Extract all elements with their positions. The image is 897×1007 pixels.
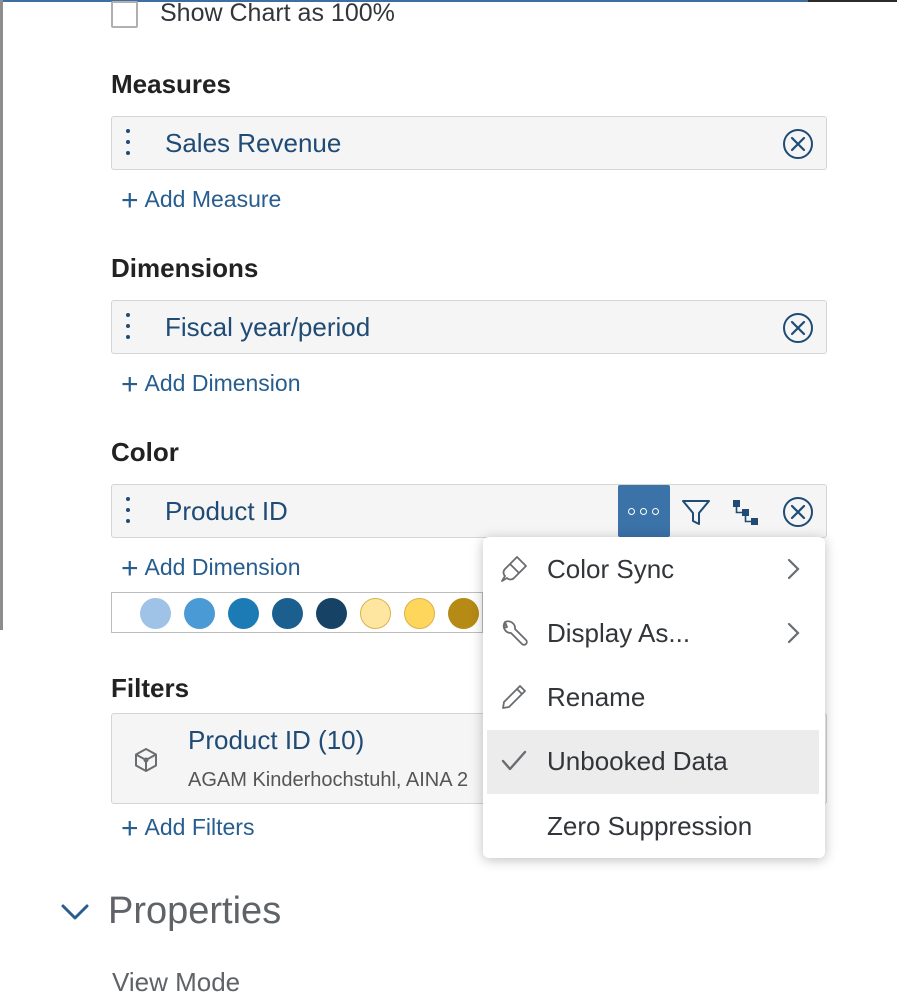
dimension-field-fiscal-year[interactable]: Fiscal year/period <box>111 300 827 354</box>
remove-circle-icon[interactable] <box>782 128 814 160</box>
menu-item-label: Display As... <box>547 618 691 648</box>
remove-circle-icon[interactable] <box>782 312 814 344</box>
drag-handle-icon[interactable] <box>126 313 132 343</box>
view-mode-label: View Mode <box>112 967 241 997</box>
color-palette-picker[interactable] <box>111 592 483 633</box>
panel-top-border-dark <box>808 0 897 2</box>
more-options-button[interactable] <box>618 485 670 537</box>
add-filters-link[interactable]: + Add Filters <box>121 812 255 845</box>
add-measure-link[interactable]: + Add Measure <box>121 184 282 217</box>
checkmark-icon <box>501 750 527 771</box>
filters-title: Filters <box>111 673 190 703</box>
dimension-label: Fiscal year/period <box>165 312 371 342</box>
measures-title: Measures <box>111 69 231 99</box>
hierarchy-icon[interactable] <box>729 496 761 528</box>
menu-item-label: Color Sync <box>547 554 675 584</box>
remove-circle-icon[interactable] <box>782 496 814 528</box>
color-dimension-label: Product ID <box>165 496 288 526</box>
pencil-icon <box>502 685 526 709</box>
add-color-dimension-link[interactable]: + Add Dimension <box>121 552 301 585</box>
show-chart-100-label: Show Chart as 100% <box>160 0 395 27</box>
chevron-right-icon <box>787 622 800 644</box>
menu-item-label: Zero Suppression <box>547 811 753 841</box>
add-dimension-link[interactable]: + Add Dimension <box>121 368 301 401</box>
plus-icon: + <box>121 368 139 401</box>
add-measure-label: Add Measure <box>144 186 282 212</box>
paintbrush-icon <box>501 556 527 582</box>
menu-item-display-as[interactable]: Display As... <box>483 602 825 666</box>
measure-label: Sales Revenue <box>165 128 342 158</box>
plus-icon: + <box>121 812 139 845</box>
show-chart-100-checkbox[interactable] <box>111 1 138 28</box>
menu-item-label: Unbooked Data <box>547 746 728 776</box>
color-swatch <box>448 598 479 629</box>
context-menu: Color Sync Display As... Rename Unbooked… <box>483 537 825 858</box>
filter-title: Product ID (10) <box>188 725 365 755</box>
menu-item-color-sync[interactable]: Color Sync <box>483 538 825 602</box>
color-field-product-id[interactable]: Product ID <box>111 484 827 538</box>
color-swatch <box>140 598 171 629</box>
color-swatch <box>272 598 303 629</box>
drag-handle-icon[interactable] <box>126 129 132 159</box>
plus-icon: + <box>121 552 139 585</box>
menu-item-unbooked-data[interactable]: Unbooked Data <box>487 730 819 794</box>
plus-icon: + <box>121 184 139 217</box>
color-swatch <box>228 598 259 629</box>
panel-left-border <box>0 0 3 630</box>
chevron-down-icon[interactable] <box>60 897 90 927</box>
menu-item-rename[interactable]: Rename <box>483 666 825 730</box>
filter-detail: AGAM Kinderhochstuhl, AINA 2 <box>188 769 469 791</box>
chevron-right-icon <box>787 558 800 580</box>
measure-field-sales-revenue[interactable]: Sales Revenue <box>111 116 827 170</box>
add-color-dimension-label: Add Dimension <box>144 554 301 580</box>
add-filters-label: Add Filters <box>144 814 255 840</box>
cube-icon <box>135 748 157 772</box>
menu-item-zero-suppression[interactable]: Zero Suppression <box>483 795 825 859</box>
properties-section-title[interactable]: Properties <box>108 890 281 933</box>
menu-item-label: Rename <box>547 682 646 712</box>
color-swatch <box>404 598 435 629</box>
dimensions-title: Dimensions <box>111 253 259 283</box>
add-dimension-label: Add Dimension <box>144 370 301 396</box>
color-swatch <box>360 598 391 629</box>
color-swatch <box>184 598 215 629</box>
color-swatch <box>316 598 347 629</box>
color-title: Color <box>111 437 179 467</box>
wrench-icon <box>502 620 528 646</box>
drag-handle-icon[interactable] <box>126 497 132 527</box>
filter-icon[interactable] <box>680 496 712 528</box>
